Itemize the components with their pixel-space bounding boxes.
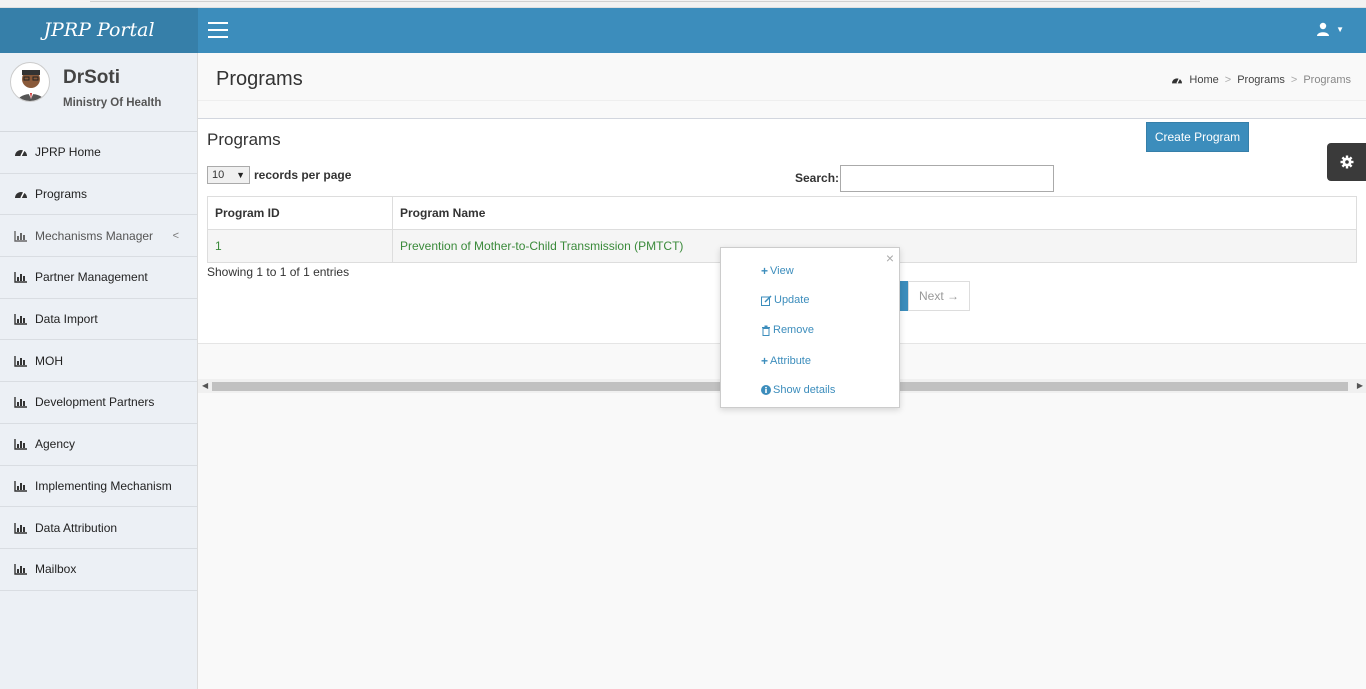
- sidebar-item-partner-management[interactable]: Partner Management: [0, 257, 197, 299]
- menu-toggle-icon[interactable]: [208, 22, 228, 38]
- create-program-button[interactable]: Create Program: [1146, 122, 1249, 152]
- plus-icon: +: [761, 264, 769, 278]
- sidebar-item-implementing-mechanism[interactable]: Implementing Mechanism: [0, 466, 197, 508]
- sidebar-item-agency[interactable]: Agency: [0, 424, 197, 466]
- sidebar: DrSoti Ministry Of Health JPRP Home Prog…: [0, 53, 198, 689]
- close-icon[interactable]: ×: [886, 250, 894, 266]
- records-per-page-select[interactable]: 10 ▼: [207, 166, 250, 184]
- bar-chart-icon: [14, 397, 27, 409]
- user-name: DrSoti: [63, 67, 120, 88]
- sidebar-item-data-import[interactable]: Data Import: [0, 299, 197, 341]
- breadcrumb-home-link[interactable]: Home: [1189, 74, 1218, 86]
- gear-icon: [1340, 155, 1353, 169]
- top-navbar: ▼: [198, 8, 1366, 53]
- scroll-left-icon[interactable]: ◀: [202, 381, 208, 390]
- user-panel: DrSoti Ministry Of Health: [0, 53, 197, 132]
- breadcrumb-separator: >: [1224, 74, 1232, 86]
- breadcrumb: Home > Programs > Programs: [1171, 74, 1351, 86]
- bar-chart-icon: [14, 272, 27, 284]
- sidebar-item-jprp-home[interactable]: JPRP Home: [0, 132, 197, 174]
- sidebar-item-programs[interactable]: Programs: [0, 174, 197, 216]
- row-actions-popover: × + View Update Remove + Attribute Show …: [720, 247, 900, 408]
- info-icon: [761, 385, 771, 395]
- dashboard-icon: [15, 150, 27, 157]
- bar-chart-icon: [14, 439, 27, 450]
- page-title: Programs: [216, 68, 303, 90]
- dashboard-icon: [1172, 78, 1183, 84]
- attribute-action[interactable]: + Attribute: [761, 354, 811, 368]
- remove-action-label: Remove: [773, 324, 814, 336]
- browser-address-strip: [0, 0, 1366, 8]
- sidebar-item-label: Data Import: [35, 312, 98, 327]
- sidebar-item-label: Data Attribution: [35, 520, 118, 535]
- user-icon: [1317, 22, 1330, 36]
- column-header-program-id[interactable]: Program ID: [207, 196, 393, 230]
- attribute-action-label: Attribute: [770, 355, 811, 367]
- sidebar-item-label: Agency: [35, 437, 76, 452]
- show-details-action[interactable]: Show details: [761, 384, 835, 396]
- browser-url-bar[interactable]: [90, 0, 1200, 2]
- table-info: Showing 1 to 1 of 1 entries: [207, 265, 350, 279]
- avatar: [10, 62, 50, 102]
- sidebar-item-data-attribution[interactable]: Data Attribution: [0, 507, 197, 549]
- caret-down-icon: ▼: [236, 170, 245, 180]
- show-details-action-label: Show details: [773, 384, 836, 396]
- search-input[interactable]: [840, 165, 1054, 192]
- sidebar-item-mechanisms-manager[interactable]: Mechanisms Manager <: [0, 215, 197, 258]
- sidebar-item-development-partners[interactable]: Development Partners: [0, 382, 197, 424]
- sidebar-item-label: Development Partners: [35, 395, 155, 410]
- next-page-button[interactable]: Next →: [908, 281, 970, 311]
- bar-chart-icon: [14, 480, 27, 492]
- breadcrumb-programs-link[interactable]: Programs: [1237, 74, 1285, 86]
- bar-chart-icon: [14, 564, 27, 575]
- sidebar-item-label: Programs: [35, 187, 88, 202]
- records-per-page-value: 10: [212, 169, 225, 181]
- update-action-label: Update: [774, 294, 810, 306]
- bar-chart-icon: [14, 355, 27, 367]
- update-action[interactable]: Update: [761, 294, 809, 306]
- dashboard-icon: [15, 191, 27, 199]
- sidebar-item-label: Implementing Mechanism: [35, 478, 172, 493]
- column-header-program-name[interactable]: Program Name: [392, 196, 1357, 230]
- user-menu-button[interactable]: ▼: [1316, 22, 1344, 36]
- view-action[interactable]: + View: [761, 264, 794, 278]
- plus-icon: +: [761, 354, 769, 368]
- breadcrumb-current: Programs: [1303, 74, 1351, 86]
- caret-down-icon: ▼: [1336, 24, 1344, 34]
- view-action-label: View: [770, 265, 794, 277]
- search-label: Search:: [795, 171, 840, 185]
- sidebar-item-mailbox[interactable]: Mailbox: [0, 549, 197, 591]
- sidebar-item-label: Mailbox: [35, 562, 77, 577]
- trash-icon: [762, 325, 770, 336]
- sidebar-item-label: MOH: [35, 353, 63, 368]
- table-header-row: Program ID Program Name: [207, 196, 1357, 230]
- sidebar-item-label: Mechanisms Manager: [35, 228, 154, 243]
- sidebar-item-label: JPRP Home: [35, 145, 101, 160]
- app-logo[interactable]: JPRP Portal: [0, 8, 198, 53]
- content-header: Programs Home > Programs > Programs: [198, 53, 1366, 101]
- breadcrumb-separator: >: [1290, 74, 1298, 86]
- edit-icon: [761, 294, 772, 306]
- bar-chart-icon: [14, 314, 27, 325]
- scroll-right-icon[interactable]: ▶: [1357, 381, 1363, 390]
- bar-chart-icon: [14, 522, 27, 534]
- remove-action[interactable]: Remove: [761, 324, 814, 336]
- sidebar-item-label: Partner Management: [35, 270, 148, 285]
- box-title: Programs: [207, 130, 281, 149]
- bar-chart-icon: [14, 230, 27, 242]
- program-id-cell[interactable]: 1: [207, 229, 393, 263]
- user-organization: Ministry Of Health: [63, 97, 162, 109]
- records-per-page-label: records per page: [254, 168, 352, 182]
- sidebar-item-moh[interactable]: MOH: [0, 340, 197, 383]
- records-per-page: 10 ▼ records per page: [207, 166, 351, 184]
- chevron-left-icon: <: [172, 229, 179, 242]
- settings-toggle-button[interactable]: [1327, 143, 1366, 181]
